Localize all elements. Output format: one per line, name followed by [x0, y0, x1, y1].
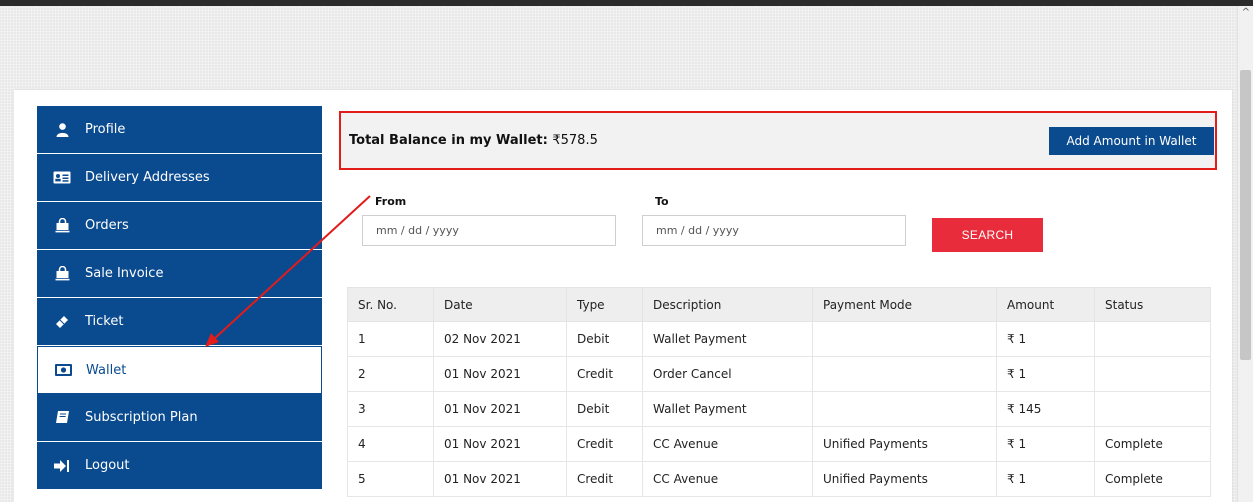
shopping-bag-icon	[53, 218, 71, 233]
cell-date: 01 Nov 2021	[433, 356, 567, 392]
cell-description: Wallet Payment	[642, 321, 813, 357]
cell-sr-no: 3	[347, 391, 434, 427]
cell-status: Complete	[1094, 461, 1211, 497]
cell-description: CC Avenue	[642, 426, 813, 462]
cell-status: Complete	[1094, 426, 1211, 462]
column-header: Payment Mode	[812, 287, 997, 322]
cell-date: 01 Nov 2021	[433, 391, 567, 427]
column-header: Sr. No.	[347, 287, 434, 322]
column-header: Type	[566, 287, 643, 322]
sidebar-item-label: Sale Invoice	[85, 266, 164, 281]
to-date-input[interactable]: mm / dd / yyyy	[642, 215, 906, 246]
cell-type: Credit	[566, 356, 643, 392]
column-header: Amount	[996, 287, 1095, 322]
money-bill-icon	[54, 363, 72, 377]
balance-value: ₹578.5	[552, 133, 598, 148]
sidebar-item-label: Wallet	[86, 362, 127, 378]
sidebar-item-logout[interactable]: Logout	[37, 442, 322, 490]
column-header: Date	[433, 287, 567, 322]
user-icon	[53, 122, 71, 137]
sidebar-item-delivery-addresses[interactable]: Delivery Addresses	[37, 154, 322, 202]
address-card-icon	[53, 171, 71, 185]
cell-type: Credit	[566, 426, 643, 462]
cell-payment-mode	[812, 391, 997, 427]
sidebar-item-label: Profile	[85, 122, 126, 137]
sidebar-item-label: Logout	[85, 458, 130, 473]
sidebar-item-orders[interactable]: Orders	[37, 202, 322, 250]
table-row: 3 01 Nov 2021 Debit Wallet Payment ₹ 145	[347, 391, 1211, 427]
cell-status	[1094, 356, 1211, 392]
column-header: Description	[642, 287, 813, 322]
sidebar-item-profile[interactable]: Profile	[37, 106, 322, 154]
cell-amount: ₹ 1	[996, 356, 1095, 392]
sidebar-item-sale-invoice[interactable]: Sale Invoice	[37, 250, 322, 298]
table-row: 2 01 Nov 2021 Credit Order Cancel ₹ 1	[347, 356, 1211, 392]
cell-date: 02 Nov 2021	[433, 321, 567, 357]
cell-status	[1094, 321, 1211, 357]
cell-payment-mode: Unified Payments	[812, 426, 997, 462]
book-icon	[53, 411, 71, 425]
cell-amount: ₹ 1	[996, 426, 1095, 462]
balance-label: Total Balance in my Wallet:	[349, 133, 548, 148]
cell-sr-no: 1	[347, 321, 434, 357]
account-sidebar: Profile Delivery Addresses Orders Sale I…	[37, 106, 322, 490]
column-header: Status	[1094, 287, 1211, 322]
table-row: 1 02 Nov 2021 Debit Wallet Payment ₹ 1	[347, 321, 1211, 357]
to-label: To	[655, 195, 669, 208]
cell-date: 01 Nov 2021	[433, 461, 567, 497]
cell-amount: ₹ 1	[996, 461, 1095, 497]
cell-payment-mode	[812, 321, 997, 357]
cell-type: Debit	[566, 391, 643, 427]
cell-description: CC Avenue	[642, 461, 813, 497]
table-row: 4 01 Nov 2021 Credit CC Avenue Unified P…	[347, 426, 1211, 462]
from-label: From	[375, 195, 407, 208]
cell-description: Order Cancel	[642, 356, 813, 392]
cell-sr-no: 5	[347, 461, 434, 497]
wallet-transactions-table: Sr. No. Date Type Description Payment Mo…	[347, 287, 1211, 497]
add-amount-button[interactable]: Add Amount in Wallet	[1049, 127, 1214, 155]
cell-amount: ₹ 1	[996, 321, 1095, 357]
page-scrollbar[interactable]	[1237, 6, 1253, 502]
cell-description: Wallet Payment	[642, 391, 813, 427]
shopping-bag-icon	[53, 266, 71, 281]
cell-status	[1094, 391, 1211, 427]
sidebar-item-wallet[interactable]: Wallet	[37, 346, 322, 394]
sidebar-item-label: Orders	[85, 218, 129, 233]
cell-sr-no: 4	[347, 426, 434, 462]
browser-top-bar	[0, 0, 1253, 6]
sidebar-item-subscription-plan[interactable]: Subscription Plan	[37, 394, 322, 442]
table-row: 5 01 Nov 2021 Credit CC Avenue Unified P…	[347, 461, 1211, 497]
sign-out-icon	[53, 459, 71, 473]
sidebar-item-ticket[interactable]: Ticket	[37, 298, 322, 346]
wallet-balance-text: Total Balance in my Wallet: ₹578.5	[349, 133, 598, 148]
sidebar-item-label: Subscription Plan	[85, 410, 198, 425]
cell-type: Credit	[566, 461, 643, 497]
sidebar-item-label: Ticket	[85, 314, 124, 329]
cell-payment-mode	[812, 356, 997, 392]
table-header-row: Sr. No. Date Type Description Payment Mo…	[347, 287, 1211, 322]
scrollbar-thumb[interactable]	[1240, 70, 1251, 360]
ticket-icon	[53, 315, 71, 329]
from-date-input[interactable]: mm / dd / yyyy	[362, 215, 616, 246]
cell-type: Debit	[566, 321, 643, 357]
cell-sr-no: 2	[347, 356, 434, 392]
wallet-balance-panel: Total Balance in my Wallet: ₹578.5 Add A…	[339, 111, 1217, 170]
cell-payment-mode: Unified Payments	[812, 461, 997, 497]
search-button[interactable]: SEARCH	[932, 218, 1043, 252]
scroll-up-icon[interactable]: ^	[1242, 7, 1250, 18]
sidebar-item-label: Delivery Addresses	[85, 170, 210, 185]
cell-amount: ₹ 145	[996, 391, 1095, 427]
cell-date: 01 Nov 2021	[433, 426, 567, 462]
